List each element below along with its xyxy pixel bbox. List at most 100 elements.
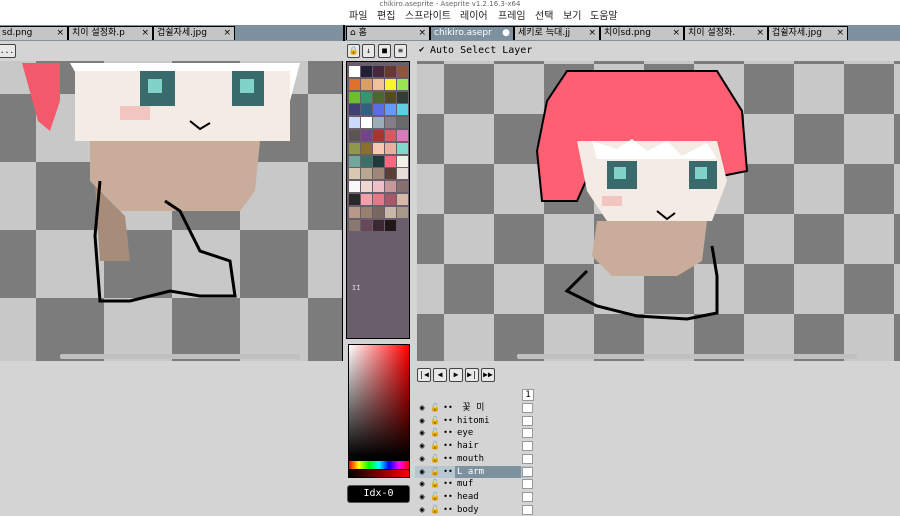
left-panel-button[interactable]: ... [0, 44, 16, 58]
layer-name[interactable]: hair [455, 440, 521, 452]
lock-icon[interactable]: 🔓 [429, 478, 441, 490]
palette-swatch[interactable] [397, 142, 408, 154]
layer-cel[interactable] [522, 403, 533, 413]
menu-view[interactable]: 보기 [563, 9, 581, 25]
tab-chii-sd[interactable]: 치이sd.png × [600, 26, 684, 40]
close-icon[interactable]: × [418, 27, 426, 40]
palette-swatch[interactable] [373, 66, 384, 77]
lock-icon[interactable]: 🔓 [429, 402, 441, 414]
palette-swatch[interactable] [397, 117, 408, 129]
layer-name[interactable]: eye [455, 427, 521, 439]
palette-swatch[interactable] [385, 91, 396, 103]
tab-chii-concept[interactable]: 치이 설정화.p × [68, 26, 153, 40]
tab-chikiro-aseprite[interactable]: chikiro.asepr ● [430, 26, 514, 40]
lock-icon[interactable]: 🔓 [429, 466, 441, 478]
tab-sekiro-wolf[interactable]: 세키로 늑대.jj × [514, 26, 600, 40]
download-icon[interactable]: ↓ [362, 44, 375, 58]
palette-swatch[interactable] [397, 91, 408, 103]
palette-swatch[interactable] [397, 66, 408, 77]
palette-swatch[interactable] [373, 91, 384, 103]
palette-swatch[interactable] [385, 206, 396, 218]
horizontal-scrollbar[interactable] [517, 354, 857, 359]
layer-cel[interactable] [522, 479, 533, 490]
palette-swatch[interactable] [397, 181, 408, 193]
modified-dot-icon[interactable]: ● [502, 27, 510, 40]
close-icon[interactable]: × [756, 27, 764, 40]
layer-name[interactable]: mouth [455, 453, 521, 465]
layer-row[interactable]: ◉ 🔓 •• L arm [415, 465, 533, 478]
lock-icon[interactable]: 🔓 [429, 415, 441, 427]
layer-row[interactable]: ◉ 🔓 •• muf [415, 478, 533, 490]
palette-swatch[interactable] [397, 194, 408, 205]
visibility-eye-icon[interactable]: ◉ [416, 491, 428, 503]
continuous-icon[interactable]: •• [442, 491, 454, 503]
palette-swatch[interactable] [373, 194, 384, 205]
palette-swatch[interactable] [361, 206, 372, 218]
continuous-icon[interactable]: •• [442, 478, 454, 490]
palette-swatch[interactable] [361, 104, 372, 116]
reference-canvas[interactable] [0, 61, 343, 361]
visibility-eye-icon[interactable]: ◉ [416, 440, 428, 452]
palette-swatch[interactable] [361, 66, 372, 77]
layer-row[interactable]: ◉ 🔓 •• hair [415, 440, 533, 452]
visibility-eye-icon[interactable]: ◉ [416, 478, 428, 490]
menu-select[interactable]: 선택 [535, 9, 553, 25]
palette-swatch[interactable] [349, 130, 360, 141]
visibility-eye-icon[interactable]: ◉ [416, 415, 428, 427]
palette-swatch[interactable] [373, 219, 384, 231]
palette-swatch[interactable] [385, 181, 396, 193]
layer-cel[interactable] [522, 415, 533, 426]
continuous-icon[interactable]: •• [442, 466, 454, 478]
palette-swatch[interactable] [361, 168, 372, 180]
layer-name[interactable]: muf [455, 478, 521, 490]
close-icon[interactable]: × [56, 27, 64, 40]
palette-swatch[interactable] [385, 78, 396, 90]
palette-swatch[interactable] [361, 181, 372, 193]
palette-swatch[interactable] [385, 194, 396, 205]
palette-swatch[interactable] [385, 66, 396, 77]
palette-swatch[interactable] [361, 194, 372, 205]
stop-icon[interactable]: ■ [378, 44, 391, 58]
palette-swatch[interactable] [385, 219, 396, 231]
continuous-icon[interactable]: •• [442, 440, 454, 452]
menu-layer[interactable]: 레이어 [460, 9, 488, 25]
hue-slider[interactable] [349, 461, 409, 469]
palette-swatch[interactable] [349, 117, 360, 129]
continuous-icon[interactable]: •• [442, 427, 454, 439]
palette-swatch[interactable] [373, 104, 384, 116]
play-button[interactable]: ▶ [449, 368, 463, 382]
layer-cel[interactable] [522, 491, 533, 502]
palette-swatch[interactable] [373, 78, 384, 90]
palette-swatch[interactable] [361, 117, 372, 129]
palette-swatch[interactable] [349, 219, 360, 231]
auto-select-checkbox[interactable]: ✔ [419, 45, 424, 55]
palette-swatch[interactable] [361, 142, 372, 154]
palette-swatch[interactable] [361, 91, 372, 103]
saturation-value-square[interactable] [349, 345, 409, 457]
palette-swatch[interactable] [373, 130, 384, 141]
tab-pose-jpg-2[interactable]: 겁쉴자세.jpg × [768, 26, 848, 40]
palette-swatch[interactable] [397, 155, 408, 167]
lock-icon[interactable]: 🔒 [347, 44, 360, 58]
menu-sprite[interactable]: 스프라이트 [405, 9, 451, 25]
palette-swatch[interactable] [373, 206, 384, 218]
layer-name[interactable]: hitomi [455, 415, 521, 427]
palette-swatch[interactable] [373, 168, 384, 180]
palette-swatch[interactable] [397, 104, 408, 116]
visibility-eye-icon[interactable]: ◉ [416, 453, 428, 465]
palette-swatch[interactable] [385, 130, 396, 141]
palette-swatch[interactable] [361, 155, 372, 167]
close-icon[interactable]: × [223, 27, 231, 40]
close-icon[interactable]: × [588, 27, 596, 40]
tab-chii-concept-2[interactable]: 치이 설정화. × [684, 26, 768, 40]
palette-swatch[interactable] [385, 168, 396, 180]
palette-swatch[interactable] [361, 219, 372, 231]
layer-name[interactable]: 꽃 미 [455, 402, 521, 414]
layer-row[interactable]: ◉ 🔓 •• head [415, 491, 533, 503]
palette-swatch[interactable] [349, 181, 360, 193]
menu-frame[interactable]: 프레임 [498, 9, 526, 25]
layer-row[interactable]: ◉ 🔓 •• 꽃 미 [415, 402, 533, 414]
close-icon[interactable]: × [141, 27, 149, 40]
palette-swatch[interactable] [373, 117, 384, 129]
palette-swatch[interactable] [373, 181, 384, 193]
